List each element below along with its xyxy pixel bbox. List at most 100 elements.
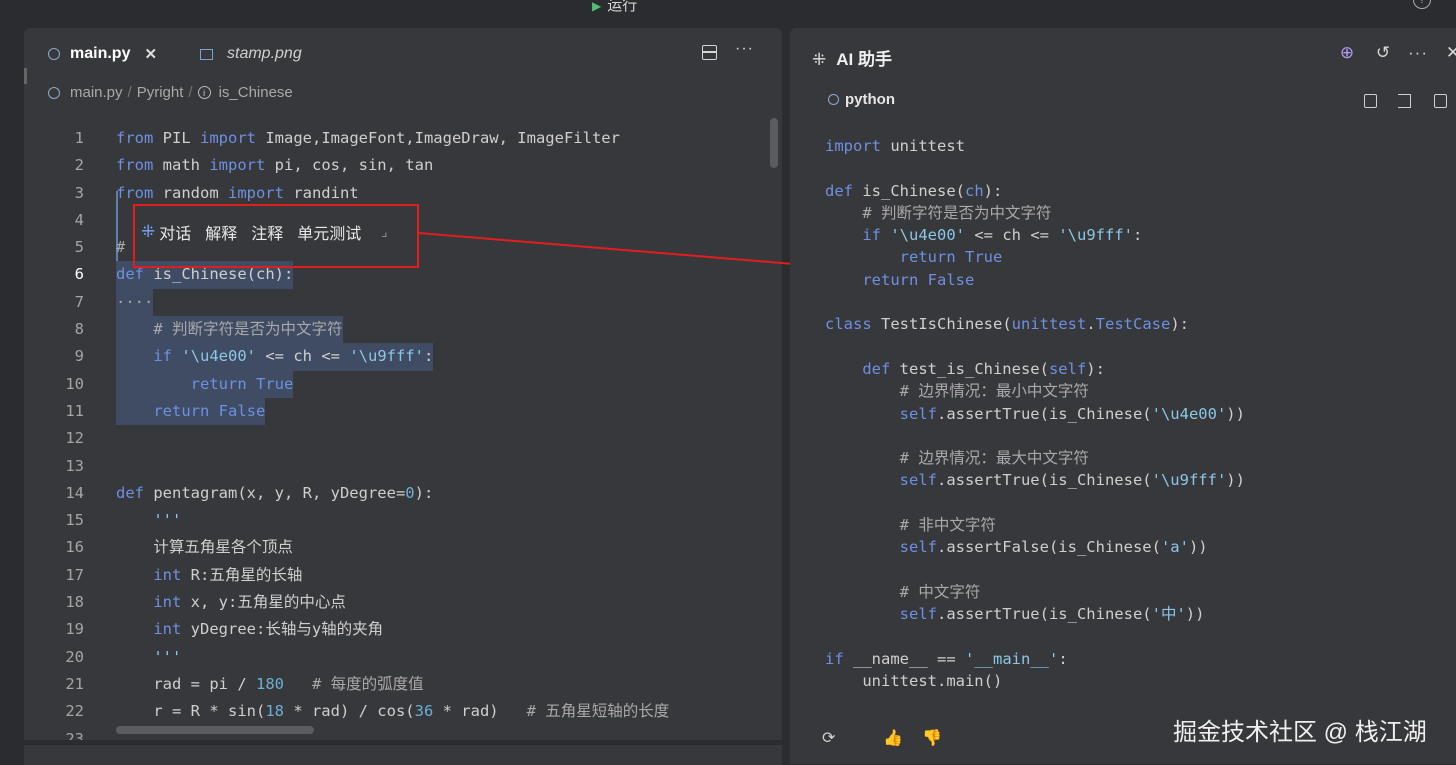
- new-file-icon[interactable]: [1434, 94, 1447, 108]
- horizontal-scrollbar[interactable]: [116, 726, 314, 734]
- code-line[interactable]: 15 ''': [24, 507, 764, 534]
- explain-action[interactable]: 解释: [205, 220, 237, 244]
- code-text: return True: [116, 370, 294, 398]
- close-icon[interactable]: ✕: [1444, 44, 1456, 62]
- code-text: int x, y:五角星的中心点: [153, 593, 346, 612]
- bottom-panel-edge: [24, 744, 782, 765]
- chat-action[interactable]: 对话: [159, 220, 191, 244]
- top-bar: ▶ 运行 ?: [0, 0, 1456, 24]
- code-line[interactable]: 1 from PIL import Image,ImageFont,ImageDr…: [24, 125, 764, 152]
- insert-code-icon[interactable]: [1398, 94, 1411, 108]
- line-number: 3: [74, 183, 84, 202]
- line-number: 8: [74, 320, 84, 339]
- code-line[interactable]: 21 rad = pi / 180 # 每度的弧度值: [24, 671, 764, 698]
- thumbs-down-icon[interactable]: 👎: [922, 728, 942, 748]
- editor-edge: [24, 68, 27, 84]
- line-number: 16: [65, 538, 84, 557]
- generated-code-line: return True: [899, 248, 1003, 267]
- line-number: 6: [74, 265, 84, 284]
- code-text: from PIL import Image,ImageFont,ImageDra…: [116, 129, 620, 147]
- line-number: 4: [74, 210, 84, 229]
- generated-code-line: [825, 336, 1245, 358]
- more-icon[interactable]: ···: [1408, 44, 1427, 62]
- breadcrumb-symbol[interactable]: is_Chinese: [219, 84, 293, 101]
- code-line[interactable]: 12: [24, 425, 764, 452]
- line-number: 15: [65, 511, 84, 530]
- line-number: 21: [65, 674, 84, 693]
- new-chat-icon[interactable]: ⊕: [1338, 44, 1356, 62]
- run-button[interactable]: ▶ 运行: [592, 0, 637, 15]
- code-line[interactable]: 16 计算五角星各个顶点: [24, 534, 764, 561]
- collapse-icon[interactable]: ⌟: [381, 224, 387, 240]
- generated-code-line: self.assertTrue(is_Chinese('\u4e00')): [899, 404, 1245, 423]
- thumbs-up-icon[interactable]: 👍: [883, 728, 903, 748]
- code-text: rad = pi / 180 # 每度的弧度值: [116, 674, 424, 693]
- code-text: ''': [153, 647, 182, 666]
- code-editor: main.py ✕ stamp.png ··· main.py / Pyrigh…: [24, 28, 782, 740]
- code-line[interactable]: 8 # 判断字符是否为中文字符: [24, 316, 764, 344]
- code-line[interactable]: 14 def pentagram(x, y, R, yDegree=0):: [24, 480, 764, 507]
- generated-code-line: # 非中文字符: [899, 516, 996, 535]
- code-text: from random import randint: [116, 183, 359, 202]
- generated-code-line: self.assertFalse(is_Chinese('a')): [899, 538, 1208, 557]
- generated-code-line: # 中文字符: [899, 582, 981, 601]
- code-text: # 判断字符是否为中文字符: [116, 316, 343, 344]
- generated-code-line: # 边界情况：最大中文字符: [899, 449, 1089, 468]
- close-icon[interactable]: ✕: [144, 45, 157, 63]
- line-number: 19: [65, 620, 84, 639]
- generated-code-line: self.assertTrue(is_Chinese('中')): [899, 605, 1205, 624]
- generated-code[interactable]: import unittest def is_Chinese(ch): # 判断字…: [825, 135, 1245, 692]
- code-line[interactable]: 2 from math import pi, cos, sin, tan: [24, 152, 764, 179]
- code-line[interactable]: 11 return False: [24, 397, 764, 426]
- code-line[interactable]: 22 r = R * sin(18 * rad) / cos(36 * rad)…: [24, 698, 764, 725]
- symbol-icon: i: [197, 86, 211, 99]
- history-icon[interactable]: ↺: [1374, 44, 1392, 62]
- more-icon[interactable]: ···: [735, 40, 754, 58]
- regenerate-icon[interactable]: ⟳: [822, 728, 835, 748]
- code-text: return False: [116, 397, 266, 426]
- copy-icon[interactable]: [1364, 94, 1377, 108]
- generated-code-line: [825, 626, 1245, 648]
- code-text: def pentagram(x, y, R, yDegree=0):: [116, 483, 434, 502]
- line-number: 12: [65, 429, 84, 448]
- code-line[interactable]: 9 if '\u4e00' <= ch <= '\u9fff':: [24, 343, 764, 371]
- help-icon[interactable]: ?: [1413, 0, 1431, 9]
- code-line[interactable]: 10 return True: [24, 370, 764, 398]
- code-line[interactable]: 18 int x, y:五角星的中心点: [24, 589, 764, 616]
- line-number: 14: [65, 483, 84, 502]
- python-file-icon: [48, 48, 60, 60]
- tab-main-py[interactable]: main.py ✕: [48, 44, 157, 64]
- code-line[interactable]: 17 int R:五角星的长轴: [24, 562, 764, 589]
- line-number: 2: [74, 156, 84, 175]
- split-editor-icon[interactable]: [702, 45, 717, 60]
- line-number: 18: [65, 593, 84, 612]
- generated-code-line: if '\u4e00' <= ch <= '\u9fff':: [862, 226, 1143, 245]
- generated-code-line: [825, 291, 1245, 313]
- breadcrumb-server[interactable]: Pyright: [137, 84, 184, 101]
- comment-action[interactable]: 注释: [251, 220, 283, 244]
- code-line[interactable]: 3 from random import randint: [24, 180, 764, 207]
- unit-test-action[interactable]: 单元测试: [297, 220, 361, 244]
- code-text: #: [116, 238, 135, 257]
- breadcrumb-file[interactable]: main.py: [70, 84, 123, 101]
- tab-label: main.py: [70, 45, 131, 62]
- line-number: 13: [65, 456, 84, 475]
- vertical-scrollbar[interactable]: [770, 118, 778, 168]
- code-text: if '\u4e00' <= ch <= '\u9fff':: [116, 343, 434, 371]
- tab-stamp-png[interactable]: stamp.png: [200, 44, 302, 64]
- code-text: r = R * sin(18 * rad) / cos(36 * rad) # …: [116, 702, 670, 721]
- code-line[interactable]: 19 int yDegree:长轴与y轴的夹角: [24, 616, 764, 643]
- code-text: from math import pi, cos, sin, tan: [116, 156, 434, 175]
- python-icon: [828, 94, 839, 105]
- generated-code-line: return False: [862, 270, 975, 289]
- code-line[interactable]: 13: [24, 453, 764, 480]
- line-number: 17: [65, 565, 84, 584]
- code-text: ''': [153, 511, 182, 530]
- code-line[interactable]: 7 ····: [24, 288, 764, 317]
- generated-code-line: [825, 425, 1245, 447]
- code-line[interactable]: 20 ''': [24, 644, 764, 671]
- generated-code-line: if __name__ == '__main__':: [825, 649, 1068, 668]
- generated-code-line: self.assertTrue(is_Chinese('\u9fff')): [899, 471, 1245, 490]
- ai-assistant-panel: ⁜ AI 助手 ⊕ ↺ ··· ✕ python import unittest d…: [790, 28, 1456, 764]
- generated-code-line: # 判断字符是否为中文字符: [862, 203, 1052, 222]
